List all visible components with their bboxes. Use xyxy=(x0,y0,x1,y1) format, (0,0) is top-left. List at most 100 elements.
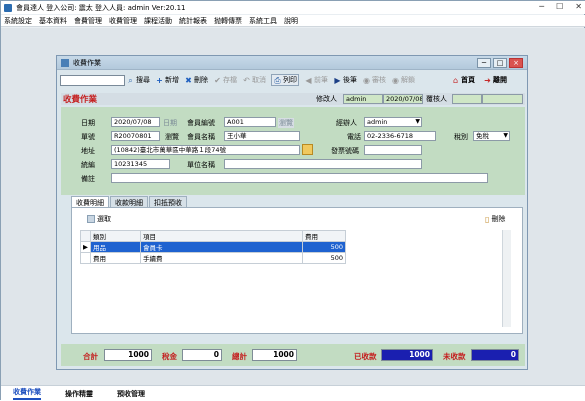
date-field[interactable]: 2020/07/08 xyxy=(111,117,160,127)
approve-button[interactable]: ◉ 審核 xyxy=(362,75,386,85)
toolbar: ⌕ 搜尋 + 新增 ✖ 刪除 ✔ 存檔 ↶ 取消 ⎙ 列印 ◀ 前筆 ▶ 後筆 ◉ 審核 ◉ 解鎖 … xyxy=(60,73,526,87)
tab-prepaid-offset[interactable]: 扣抵預收 xyxy=(149,196,187,207)
delete-button[interactable]: ✖ 刪除 xyxy=(184,75,208,85)
cell-fee[interactable]: 500 xyxy=(302,241,346,253)
exit-button[interactable]: ➜ 離開 xyxy=(483,75,507,85)
member-browse-button[interactable]: 瀏覽 xyxy=(278,118,294,128)
close-button[interactable]: ✕ xyxy=(575,2,582,11)
app-icon xyxy=(4,3,12,12)
next-button[interactable]: ▶ 後筆 xyxy=(333,75,357,85)
exit-icon: ➜ xyxy=(484,75,491,85)
cell-item[interactable]: 會員卡 xyxy=(140,241,303,253)
menu-charge-management[interactable]: 收費管理 xyxy=(109,16,137,26)
tab-charge-detail[interactable]: 收費明細 xyxy=(71,196,109,207)
save-button[interactable]: ✔ 存檔 xyxy=(213,75,237,85)
search-button[interactable]: ⌕ 搜尋 xyxy=(126,75,150,85)
menu-courses[interactable]: 課程活動 xyxy=(144,16,172,26)
tax-label: 稅金 xyxy=(162,352,177,361)
edit-date-field: 2020/07/08 xyxy=(383,94,423,104)
add-button[interactable]: + 新增 xyxy=(155,75,179,85)
table-blank xyxy=(345,241,507,253)
cell-category[interactable]: 費用 xyxy=(90,252,141,264)
member-no-field[interactable]: A001 xyxy=(224,117,276,127)
cell-category[interactable]: 用品 xyxy=(90,241,141,253)
row-indicator xyxy=(80,252,91,264)
bottom-tab-charge[interactable]: 收費作業 xyxy=(13,387,41,400)
received-label: 已收款 xyxy=(354,352,377,361)
cancel-button[interactable]: ↶ 取消 xyxy=(242,75,266,85)
bottom-tab-bar: 收費作業 操作精靈 預收管理 xyxy=(1,385,585,401)
unlock-icon: ◉ xyxy=(392,75,399,85)
search-icon: ⌕ xyxy=(128,75,133,85)
maximize-button[interactable]: ☐ xyxy=(556,2,563,11)
note-field[interactable] xyxy=(111,173,488,183)
table-header: 類別 項目 費用 xyxy=(80,230,507,242)
remove-row-button[interactable]: ▯ 刪除 xyxy=(485,214,505,224)
phone-field[interactable]: 02-2336-6718 xyxy=(364,131,436,141)
menu-reports[interactable]: 統計報表 xyxy=(179,16,207,26)
member-name-field[interactable]: 王小華 xyxy=(224,131,300,141)
column-header-fee: 費用 xyxy=(302,230,346,242)
tax-value: 0 xyxy=(182,349,222,361)
bill-no-field[interactable]: R20070801 xyxy=(111,131,160,141)
menu-basic-data[interactable]: 基本資料 xyxy=(39,16,67,26)
address-lookup-icon[interactable] xyxy=(302,144,313,155)
home-button[interactable]: ⌂ 首頁 xyxy=(451,75,475,85)
menu-bar: 系統設定 基本資料 會費管理 收費管理 課程活動 統計報表 抛轉傳票 系統工具 … xyxy=(1,15,585,27)
handler-label: 經辦人 xyxy=(336,119,357,127)
charge-window: 收費作業 ─ □ × ⌕ 搜尋 + 新增 ✖ 刪除 ✔ 存檔 ↶ 取消 ⎙ 列印 ◀ 前筆 ▶… xyxy=(56,55,528,370)
pick-button[interactable]: 選取 xyxy=(87,214,111,224)
tab-payment-detail[interactable]: 收款明細 xyxy=(110,196,148,207)
check-date-field xyxy=(482,94,523,104)
detail-tabs: 收費明細 收款明細 扣抵預收 xyxy=(71,196,188,207)
date-label: 日期 xyxy=(81,119,95,127)
editor-label: 修改人 xyxy=(316,95,337,103)
unit-name-field[interactable] xyxy=(224,159,422,169)
home-icon: ⌂ xyxy=(452,75,459,85)
minimize-button[interactable]: ─ xyxy=(539,2,544,11)
menu-fee-management[interactable]: 會費管理 xyxy=(74,16,102,26)
child-maximize-button[interactable]: □ xyxy=(493,58,507,68)
tax-type-select[interactable]: 免稅 ▼ xyxy=(473,131,510,141)
menu-help[interactable]: 說明 xyxy=(284,16,298,26)
title-bar: 會員達人 登入公司: 震太 登入人員: admin Ver:20.11 ─ ☐ … xyxy=(1,1,585,14)
app-window: 會員達人 登入公司: 震太 登入人員: admin Ver:20.11 ─ ☐ … xyxy=(0,0,585,401)
member-name-label: 會員名稱 xyxy=(187,133,215,141)
child-close-button[interactable]: × xyxy=(509,58,523,68)
lock-icon: ◉ xyxy=(363,75,370,85)
chevron-down-icon: ▼ xyxy=(415,118,420,125)
sum-value: 1000 xyxy=(104,349,152,361)
menu-system-settings[interactable]: 系統設定 xyxy=(4,16,32,26)
prev-button[interactable]: ◀ 前筆 xyxy=(304,75,328,85)
taxid-field[interactable]: 10231345 xyxy=(111,159,170,169)
bill-browse-button[interactable]: 瀏覽 xyxy=(165,132,179,142)
address-field[interactable]: (10842)臺北市萬華區中華路１段74號 xyxy=(111,145,300,155)
row-indicator-header xyxy=(80,230,91,242)
delete-icon: ✖ xyxy=(185,75,192,85)
total-label: 總計 xyxy=(232,352,247,361)
cell-item[interactable]: 手續費 xyxy=(140,252,303,264)
menu-tools[interactable]: 系統工具 xyxy=(249,16,277,26)
table-row[interactable]: ▶ 用品 會員卡 500 xyxy=(80,241,507,253)
form-icon xyxy=(61,58,69,67)
invoice-field[interactable] xyxy=(364,145,422,155)
search-input[interactable] xyxy=(60,74,125,86)
received-value: 1000 xyxy=(381,349,433,361)
child-title-bar: 收費作業 ─ □ × xyxy=(57,56,527,70)
check-icon: ✔ xyxy=(214,75,221,85)
detail-scrollbar[interactable] xyxy=(502,230,511,327)
table-row[interactable]: 費用 手續費 500 xyxy=(80,252,508,264)
handler-select[interactable]: admin ▼ xyxy=(364,117,422,127)
taxid-label: 統編 xyxy=(81,161,95,169)
trash-icon: ▯ xyxy=(485,214,490,224)
child-minimize-button[interactable]: ─ xyxy=(477,58,491,68)
bottom-tab-prepaid[interactable]: 預收管理 xyxy=(117,389,145,399)
menu-vouchers[interactable]: 抛轉傳票 xyxy=(214,16,242,26)
bottom-tab-wizard[interactable]: 操作精靈 xyxy=(65,389,93,399)
checker-field xyxy=(452,94,482,104)
date-picker-label[interactable]: 日期 xyxy=(163,118,177,128)
cell-fee[interactable]: 500 xyxy=(302,252,346,264)
print-button[interactable]: ⎙ 列印 xyxy=(271,74,299,86)
unlock-button[interactable]: ◉ 解鎖 xyxy=(391,75,415,85)
sum-label: 合計 xyxy=(83,352,98,361)
